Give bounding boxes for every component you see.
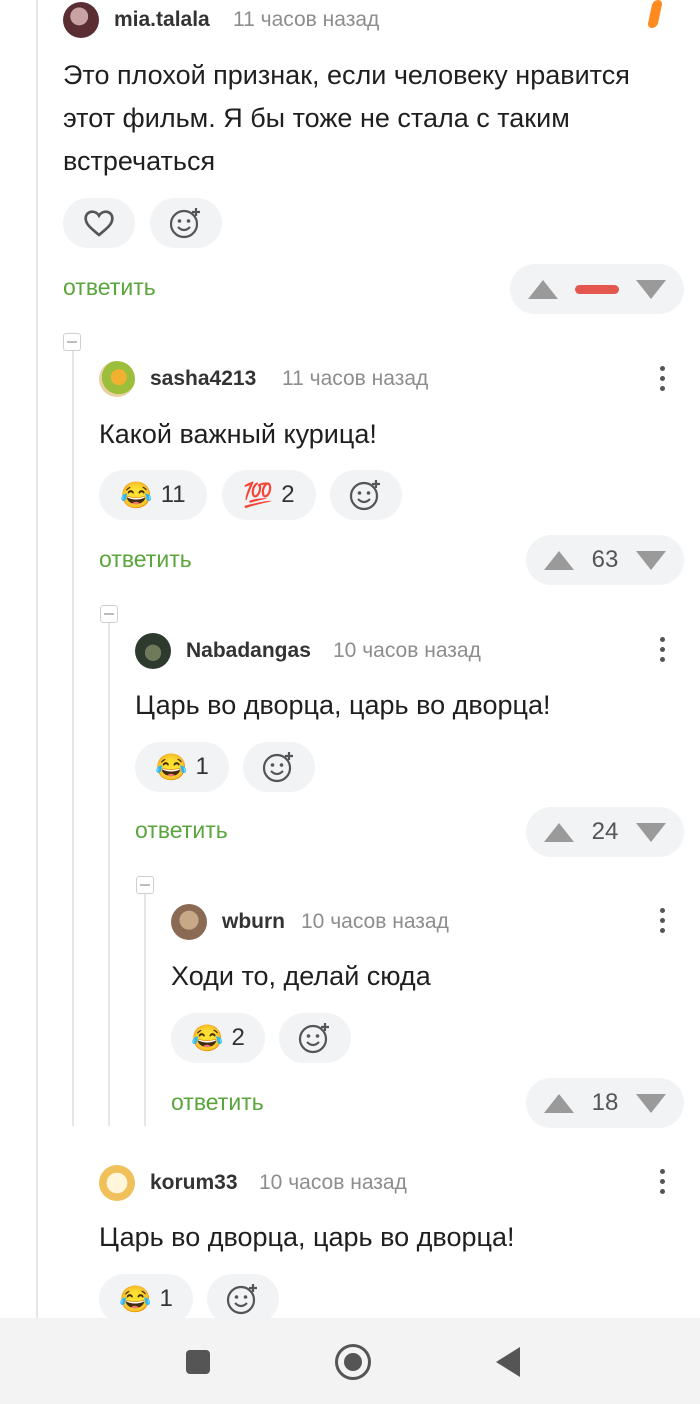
comment-text: Царь во дворца, царь во дворца! bbox=[99, 1222, 515, 1252]
comment-time: 10 часов назад bbox=[333, 639, 481, 662]
negative-score-indicator bbox=[575, 284, 619, 294]
thread-line-root bbox=[36, 0, 38, 1318]
reaction-button[interactable]: 😂 11 bbox=[99, 470, 207, 520]
downvote-icon[interactable] bbox=[635, 550, 666, 570]
collapse-icon[interactable] bbox=[63, 333, 81, 351]
upvote-icon[interactable] bbox=[544, 550, 574, 570]
comment-author[interactable]: mia.talala bbox=[114, 8, 210, 32]
reaction-button[interactable]: 😂 2 bbox=[171, 1013, 265, 1063]
comment-author[interactable]: sasha4213 bbox=[150, 367, 256, 391]
add-reaction-button[interactable] bbox=[150, 198, 222, 248]
more-icon[interactable] bbox=[658, 908, 666, 938]
vote-widget: 63 bbox=[526, 535, 684, 585]
system-nav-bar bbox=[0, 1318, 700, 1404]
reaction-emoji: 💯 bbox=[243, 481, 274, 509]
reply-link[interactable]: ответить bbox=[99, 546, 192, 573]
comment-time: 10 часов назад bbox=[301, 910, 449, 933]
avatar[interactable] bbox=[135, 633, 171, 669]
vote-widget bbox=[510, 264, 684, 314]
reaction-emoji: 😂 bbox=[119, 1283, 152, 1314]
nav-back-icon[interactable] bbox=[496, 1347, 520, 1377]
reaction-button[interactable]: 😂 1 bbox=[135, 742, 229, 792]
avatar[interactable] bbox=[63, 2, 99, 38]
heart-icon bbox=[84, 210, 114, 237]
comment-text: Царь во дворца, царь во дворца! bbox=[135, 690, 551, 720]
reaction-emoji: 😂 bbox=[120, 479, 153, 510]
avatar[interactable] bbox=[99, 1165, 135, 1201]
nav-home-icon[interactable] bbox=[335, 1344, 371, 1380]
add-reaction-button[interactable] bbox=[207, 1274, 279, 1324]
reaction-emoji: 😂 bbox=[191, 1022, 224, 1053]
reply-link[interactable]: ответить bbox=[135, 817, 228, 844]
like-button[interactable] bbox=[63, 198, 135, 248]
reaction-count: 1 bbox=[195, 753, 209, 780]
add-reaction-icon bbox=[262, 752, 293, 783]
add-reaction-icon bbox=[349, 480, 380, 511]
collapse-icon[interactable] bbox=[100, 605, 118, 623]
more-icon[interactable] bbox=[658, 637, 666, 667]
score-value: 18 bbox=[591, 1089, 619, 1116]
thread-line-level2 bbox=[108, 622, 110, 1126]
comment-time: 10 часов назад bbox=[259, 1171, 407, 1194]
reaction-button[interactable]: 💯 2 bbox=[222, 470, 316, 520]
thread-line-level1 bbox=[72, 350, 74, 1126]
add-reaction-icon bbox=[226, 1284, 257, 1315]
add-reaction-button[interactable] bbox=[279, 1013, 351, 1063]
collapse-icon[interactable] bbox=[136, 876, 154, 894]
add-reaction-button[interactable] bbox=[330, 470, 402, 520]
comment-author[interactable]: korum33 bbox=[150, 1171, 238, 1195]
thread-line-level3 bbox=[144, 893, 146, 1126]
comment-text: Это плохой признак, если человеку нравит… bbox=[63, 60, 630, 176]
add-reaction-icon bbox=[169, 208, 200, 239]
add-reaction-icon bbox=[298, 1023, 329, 1054]
comment-author[interactable]: Nabadangas bbox=[186, 639, 311, 663]
nav-recents-icon[interactable] bbox=[186, 1350, 210, 1374]
more-icon[interactable] bbox=[658, 1169, 666, 1199]
downvote-icon[interactable] bbox=[635, 822, 666, 842]
reaction-count: 2 bbox=[231, 1024, 245, 1051]
comment-text: Какой важный курица! bbox=[99, 419, 377, 449]
upvote-icon[interactable] bbox=[528, 279, 558, 299]
reply-link[interactable]: ответить bbox=[63, 274, 156, 301]
more-icon[interactable] bbox=[658, 366, 666, 396]
reaction-count: 1 bbox=[159, 1285, 173, 1312]
comment-author[interactable]: wburn bbox=[222, 910, 285, 934]
comment-time: 11 часов назад bbox=[233, 8, 380, 31]
vote-widget: 24 bbox=[526, 807, 684, 857]
add-reaction-button[interactable] bbox=[243, 742, 315, 792]
downvote-icon[interactable] bbox=[636, 279, 666, 299]
score-value: 24 bbox=[591, 818, 619, 845]
avatar[interactable] bbox=[99, 361, 135, 397]
reply-link[interactable]: ответить bbox=[171, 1089, 264, 1116]
upvote-icon[interactable] bbox=[544, 822, 574, 842]
avatar[interactable] bbox=[171, 904, 207, 940]
notification-mark bbox=[647, 0, 663, 28]
reaction-count: 2 bbox=[281, 481, 295, 508]
comment-text: Ходи то, делай сюда bbox=[171, 961, 431, 991]
reaction-emoji: 😂 bbox=[155, 751, 188, 782]
vote-widget: 18 bbox=[526, 1078, 684, 1128]
downvote-icon[interactable] bbox=[635, 1093, 666, 1113]
comment-time: 11 часов назад bbox=[282, 367, 429, 390]
reaction-count: 11 bbox=[160, 481, 186, 508]
score-value: 63 bbox=[591, 546, 619, 573]
upvote-icon[interactable] bbox=[544, 1093, 574, 1113]
reaction-button[interactable]: 😂 1 bbox=[99, 1274, 193, 1324]
